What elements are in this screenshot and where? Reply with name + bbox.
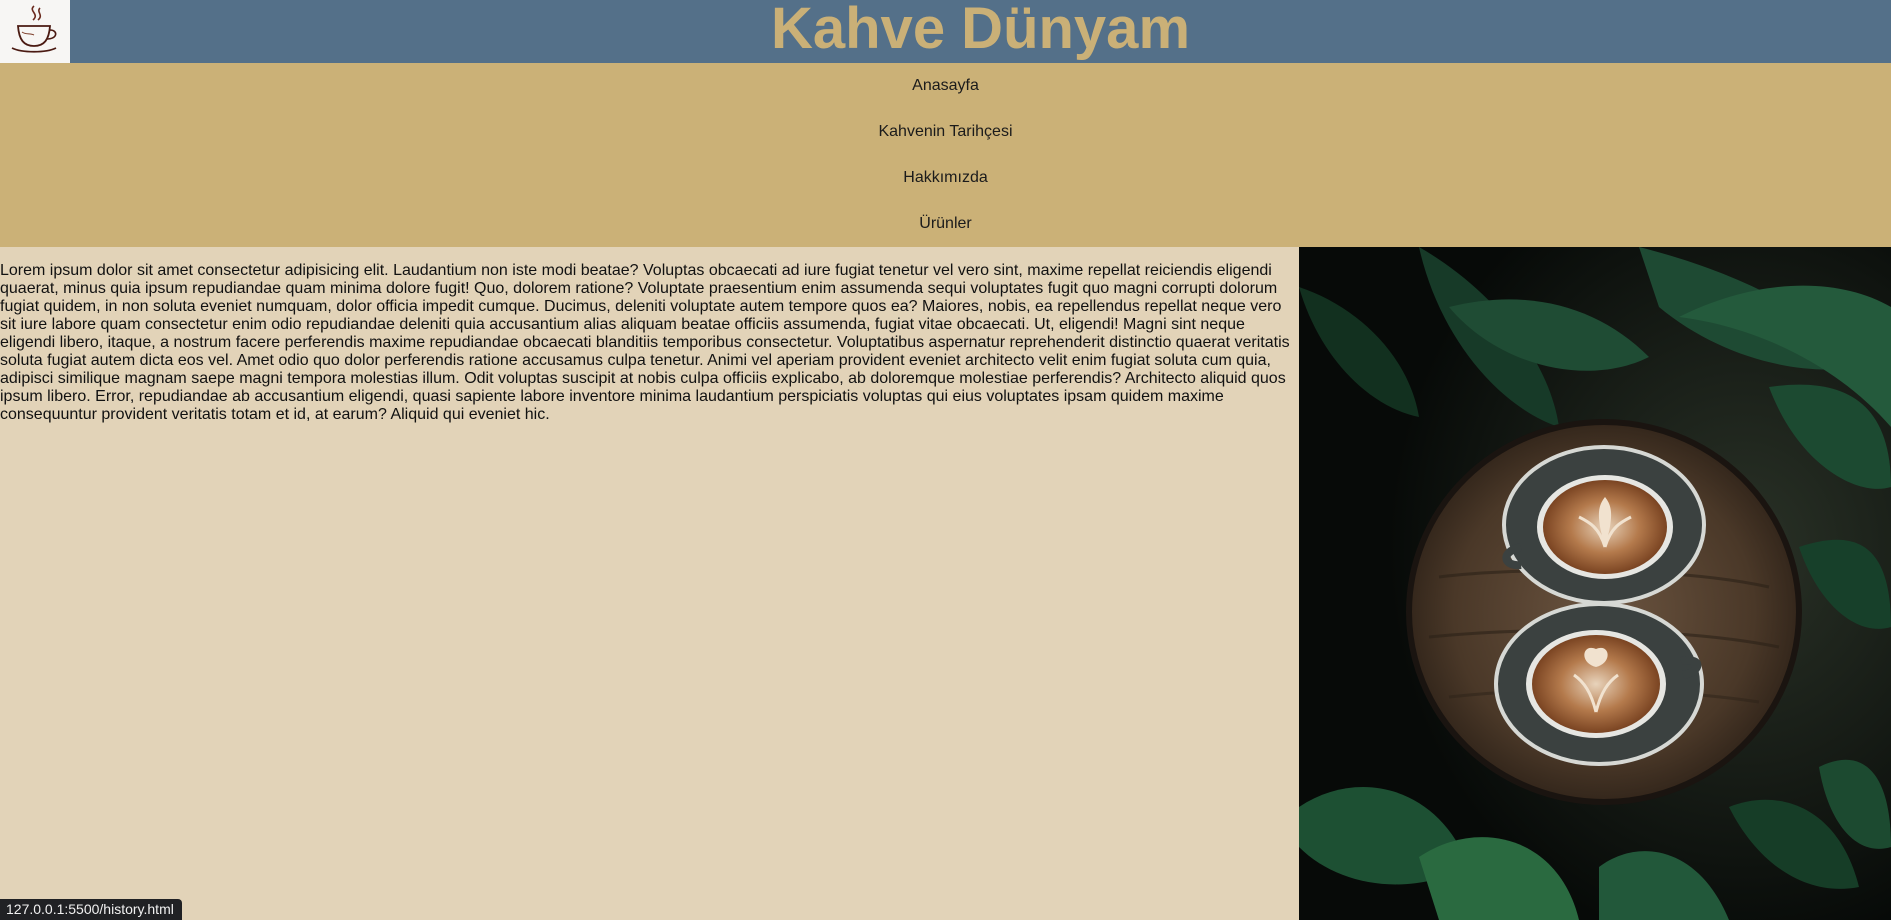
- site-header: Kahve Dünyam: [0, 0, 1891, 63]
- main-navigation: Anasayfa Kahvenin Tarihçesi Hakkımızda Ü…: [0, 63, 1891, 247]
- nav-item-anasayfa[interactable]: Anasayfa: [0, 63, 1891, 109]
- history-article-text: Lorem ipsum dolor sit amet consectetur a…: [0, 262, 1290, 423]
- site-title: Kahve Dünyam: [770, 0, 1191, 61]
- nav-item-kahvenin-tarihcesi[interactable]: Kahvenin Tarihçesi: [0, 109, 1891, 155]
- coffee-cup-logo-graphic: [11, 5, 57, 53]
- browser-status-url: 127.0.0.1:5500/history.html: [0, 899, 182, 920]
- coffee-latte-photo: [1299, 247, 1891, 920]
- coffee-cup-icon[interactable]: [0, 0, 70, 63]
- nav-item-urunler[interactable]: Ürünler: [0, 201, 1891, 247]
- coffee-photo-illustration: [1299, 247, 1891, 920]
- nav-item-hakkimizda[interactable]: Hakkımızda: [0, 155, 1891, 201]
